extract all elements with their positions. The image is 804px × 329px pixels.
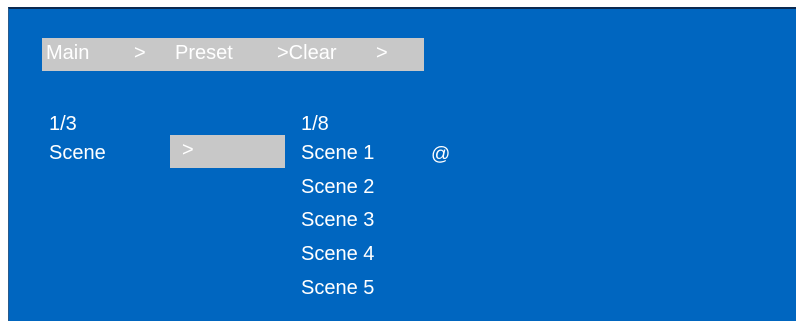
scene-list-item[interactable]: Scene 3 [301, 208, 374, 232]
active-marker-icon: @ [431, 144, 451, 165]
right-page-indicator: 1/8 [301, 113, 329, 135]
scene-list-item[interactable]: Scene 4 [301, 242, 374, 266]
scene-list-item[interactable]: Scene 1 [301, 141, 374, 165]
breadcrumb-separator: > [134, 42, 146, 64]
device-frame: Main > Preset >Clear > 1/3 Scene > 1/8 S… [0, 0, 804, 329]
breadcrumb-main[interactable]: Main [46, 42, 89, 65]
chevron-right-icon: > [182, 139, 194, 161]
submenu-arrow-selected[interactable]: > [170, 135, 285, 168]
breadcrumb-separator: > [376, 42, 388, 64]
menu-screen: Main > Preset >Clear > 1/3 Scene > 1/8 S… [8, 7, 796, 321]
breadcrumb: Main > Preset >Clear > [42, 38, 424, 71]
left-page-indicator: 1/3 [49, 113, 77, 135]
breadcrumb-preset[interactable]: Preset [175, 42, 233, 65]
breadcrumb-clear[interactable]: >Clear [277, 42, 336, 65]
menu-item-scene[interactable]: Scene [49, 141, 106, 165]
scene-list-item[interactable]: Scene 2 [301, 175, 374, 199]
scene-list-item[interactable]: Scene 5 [301, 276, 374, 300]
